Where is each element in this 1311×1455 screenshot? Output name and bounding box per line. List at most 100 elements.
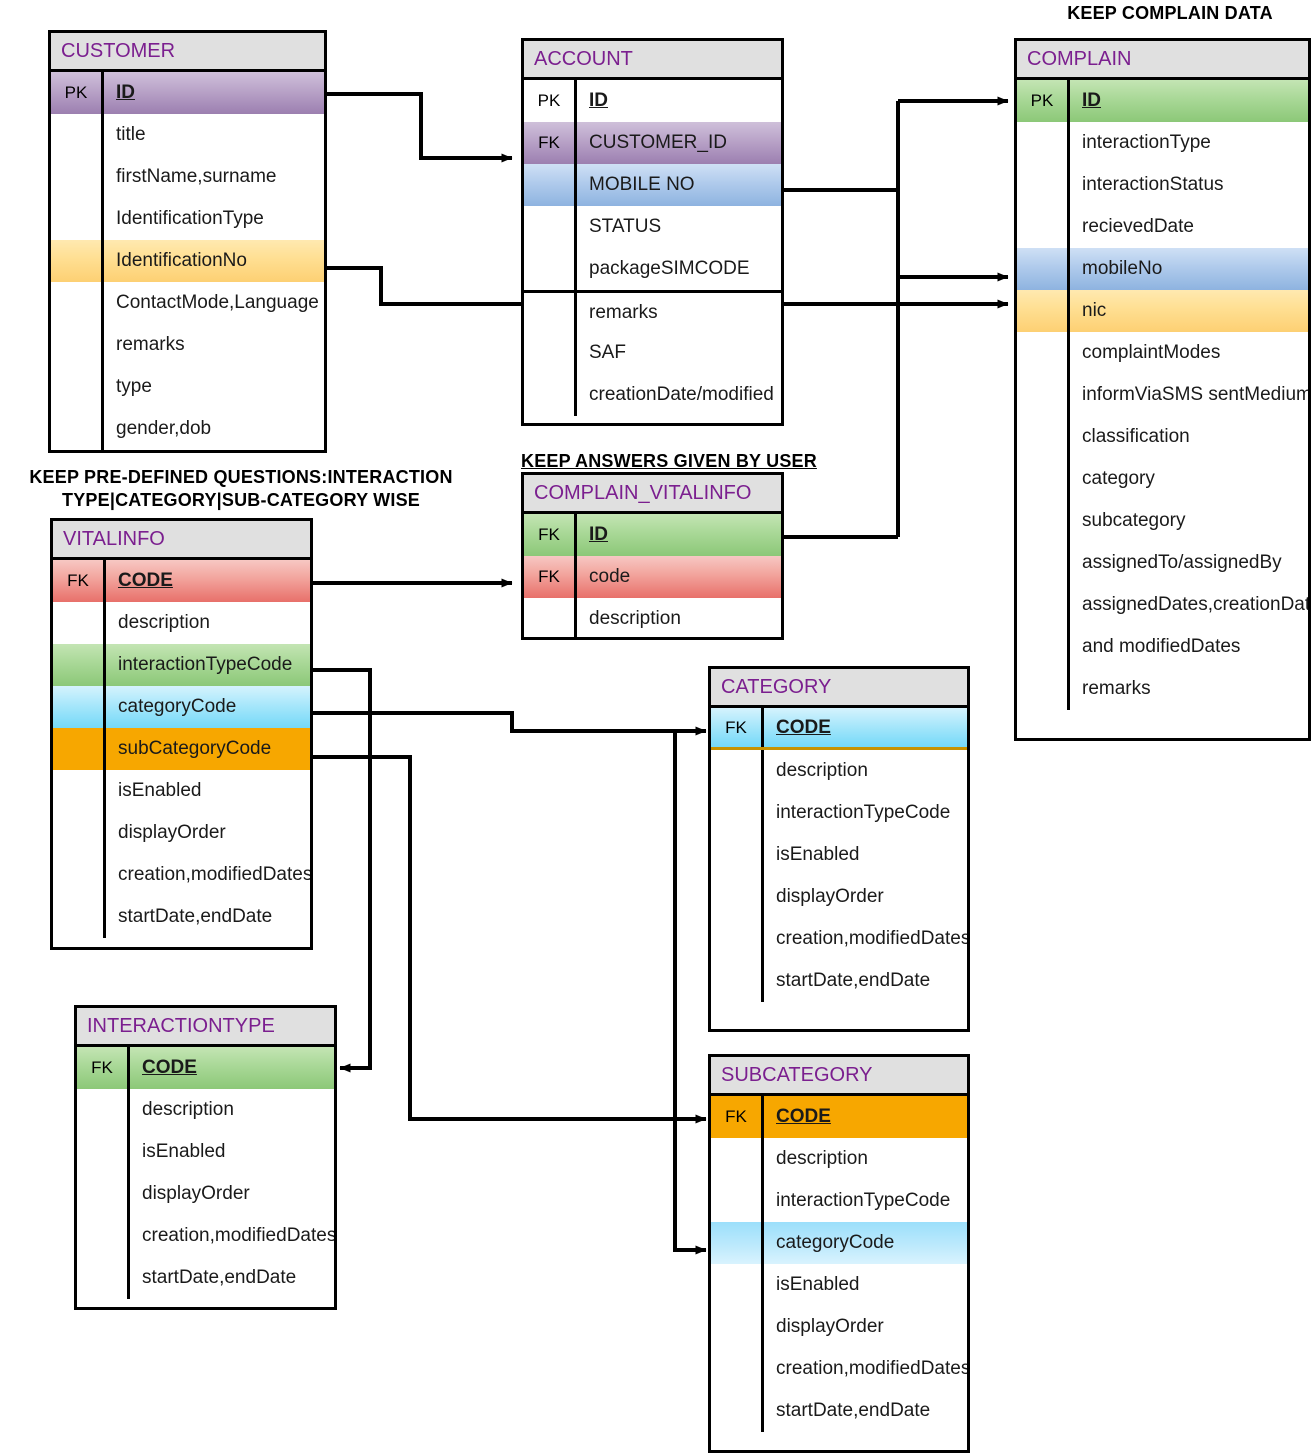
- table-row[interactable]: startDate,endDate: [711, 1390, 967, 1432]
- row-attr: STATUS: [574, 206, 781, 248]
- table-row[interactable]: IdentificationType: [51, 198, 324, 240]
- table-row[interactable]: displayOrder: [711, 1306, 967, 1348]
- entity-vitalinfo[interactable]: VITALINFO FK CODE description interactio…: [50, 518, 313, 950]
- table-row[interactable]: gender,dob: [51, 408, 324, 450]
- note-keep-answers-given-by-user: KEEP ANSWERS GIVEN BY USER: [521, 450, 871, 473]
- table-row[interactable]: isEnabled: [711, 1264, 967, 1306]
- table-row[interactable]: subCategoryCode: [53, 728, 310, 770]
- table-row[interactable]: isEnabled: [711, 834, 967, 876]
- table-row[interactable]: startDate,endDate: [53, 896, 310, 938]
- table-row[interactable]: interactionType: [1017, 122, 1308, 164]
- table-row[interactable]: creation,modifiedDates: [53, 854, 310, 896]
- table-row[interactable]: FK CODE: [53, 560, 310, 602]
- row-key: [53, 854, 103, 896]
- table-row[interactable]: FK code: [524, 556, 781, 598]
- table-row[interactable]: description: [77, 1089, 334, 1131]
- table-row[interactable]: displayOrder: [711, 876, 967, 918]
- row-attr: ID: [574, 514, 781, 556]
- table-row[interactable]: complaintModes: [1017, 332, 1308, 374]
- row-attr-label: category: [1082, 468, 1155, 489]
- table-row[interactable]: interactionTypeCode: [53, 644, 310, 686]
- table-row[interactable]: and modifiedDates: [1017, 626, 1308, 668]
- table-row[interactable]: category: [1017, 458, 1308, 500]
- table-row[interactable]: assignedTo/assignedBy: [1017, 542, 1308, 584]
- row-key: [1017, 500, 1067, 542]
- table-row[interactable]: isEnabled: [77, 1131, 334, 1173]
- table-row[interactable]: creation,modifiedDates: [711, 918, 967, 960]
- table-row[interactable]: ContactMode,Language: [51, 282, 324, 324]
- row-attr-label: ID: [589, 524, 608, 545]
- table-row[interactable]: STATUS: [524, 206, 781, 248]
- table-row[interactable]: creation,modifiedDates: [711, 1348, 967, 1390]
- table-row[interactable]: remarks: [1017, 668, 1308, 710]
- row-key: [51, 240, 101, 282]
- table-row[interactable]: remarks: [524, 290, 781, 332]
- table-row[interactable]: startDate,endDate: [711, 960, 967, 1002]
- table-row[interactable]: SAF: [524, 332, 781, 374]
- row-key: [51, 198, 101, 240]
- table-row[interactable]: type: [51, 366, 324, 408]
- row-attr-label: categoryCode: [118, 696, 237, 717]
- entity-rows: PK ID interactionType interactionStatus …: [1017, 80, 1308, 710]
- row-attr: and modifiedDates: [1067, 626, 1308, 668]
- row-attr-label: interactionTypeCode: [776, 1190, 951, 1211]
- table-row[interactable]: isEnabled: [53, 770, 310, 812]
- row-key: [711, 1180, 761, 1222]
- entity-account[interactable]: ACCOUNT PK ID FK CUSTOMER_ID MOBILE NO S…: [521, 38, 784, 426]
- table-row[interactable]: PK ID: [524, 80, 781, 122]
- table-row[interactable]: categoryCode: [53, 686, 310, 728]
- row-attr-label: CODE: [776, 1106, 831, 1127]
- table-row[interactable]: interactionStatus: [1017, 164, 1308, 206]
- entity-customer[interactable]: CUSTOMER PK ID title firstName,surname I…: [48, 30, 327, 453]
- table-row[interactable]: FK CUSTOMER_ID: [524, 122, 781, 164]
- table-row[interactable]: classification: [1017, 416, 1308, 458]
- table-row[interactable]: description: [711, 750, 967, 792]
- table-row[interactable]: firstName,surname: [51, 156, 324, 198]
- table-row[interactable]: FK CODE: [77, 1047, 334, 1089]
- table-row[interactable]: FK CODE: [711, 708, 967, 750]
- row-attr-label: interactionType: [1082, 132, 1211, 153]
- table-row[interactable]: startDate,endDate: [77, 1257, 334, 1299]
- table-row[interactable]: displayOrder: [77, 1173, 334, 1215]
- table-row[interactable]: subcategory: [1017, 500, 1308, 542]
- row-key: [53, 728, 103, 770]
- entity-complain-vitalinfo[interactable]: COMPLAIN_VITALINFO FK ID FK code descrip…: [521, 472, 784, 640]
- row-attr-label: gender,dob: [116, 418, 212, 439]
- entity-subcategory[interactable]: SUBCATEGORY FK CODE description interact…: [708, 1054, 970, 1453]
- table-row[interactable]: FK ID: [524, 514, 781, 556]
- table-row[interactable]: FK CODE: [711, 1096, 967, 1138]
- table-row[interactable]: description: [524, 598, 781, 637]
- table-row[interactable]: recievedDate: [1017, 206, 1308, 248]
- entity-interactiontype[interactable]: INTERACTIONTYPE FK CODE description isEn…: [74, 1005, 337, 1310]
- table-row[interactable]: mobileNo: [1017, 248, 1308, 290]
- table-row[interactable]: assignedDates,creationDates: [1017, 584, 1308, 626]
- table-row[interactable]: IdentificationNo: [51, 240, 324, 282]
- table-row[interactable]: nic: [1017, 290, 1308, 332]
- table-row[interactable]: MOBILE NO: [524, 164, 781, 206]
- entity-complain[interactable]: COMPLAIN PK ID interactionType interacti…: [1014, 38, 1311, 741]
- table-row[interactable]: creationDate/modified: [524, 374, 781, 416]
- row-attr-label: interactionTypeCode: [118, 654, 293, 675]
- table-row[interactable]: interactionTypeCode: [711, 1180, 967, 1222]
- row-attr: packageSIMCODE: [574, 248, 781, 290]
- row-attr: remarks: [101, 324, 324, 366]
- row-attr-label: startDate,endDate: [776, 970, 931, 991]
- table-row[interactable]: categoryCode: [711, 1222, 967, 1264]
- row-attr: isEnabled: [103, 770, 310, 812]
- table-row[interactable]: remarks: [51, 324, 324, 366]
- table-row[interactable]: informViaSMS sentMedium: [1017, 374, 1308, 416]
- table-row[interactable]: PK ID: [51, 72, 324, 114]
- row-attr: startDate,endDate: [103, 896, 310, 938]
- entity-category[interactable]: CATEGORY FK CODE description interaction…: [708, 666, 970, 1032]
- row-attr: description: [103, 602, 310, 644]
- table-row[interactable]: title: [51, 114, 324, 156]
- table-row[interactable]: PK ID: [1017, 80, 1308, 122]
- table-row[interactable]: description: [711, 1138, 967, 1180]
- table-row[interactable]: displayOrder: [53, 812, 310, 854]
- table-row[interactable]: interactionTypeCode: [711, 792, 967, 834]
- row-attr: informViaSMS sentMedium: [1067, 374, 1308, 416]
- table-row[interactable]: packageSIMCODE: [524, 248, 781, 290]
- table-row[interactable]: description: [53, 602, 310, 644]
- table-row[interactable]: creation,modifiedDates: [77, 1215, 334, 1257]
- row-key: [711, 876, 761, 918]
